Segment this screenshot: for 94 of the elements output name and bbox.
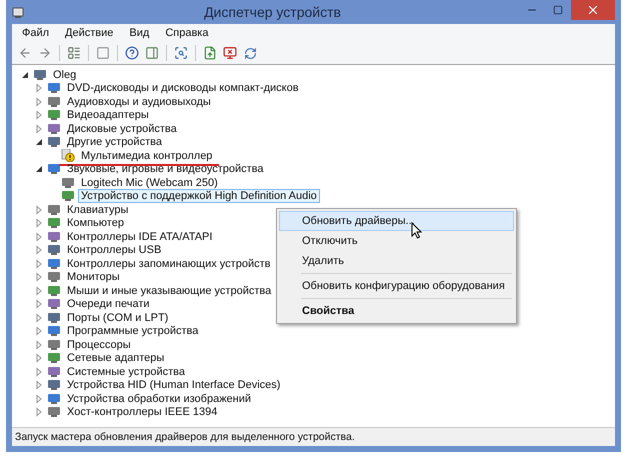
expand-arrow-icon[interactable]	[34, 245, 44, 256]
collapse-arrow-icon[interactable]	[20, 70, 30, 80]
window-title: Диспетчер устройств	[203, 4, 342, 20]
tree-item[interactable]: Контроллеры IDE ATA/ATAPI	[64, 230, 216, 244]
tree-item[interactable]: Клавиатуры	[64, 202, 132, 217]
device-icon	[47, 217, 61, 230]
tree-item[interactable]: Другие устройства	[64, 135, 165, 150]
properties-icon[interactable]	[94, 44, 112, 62]
monitor-x-icon[interactable]	[221, 44, 239, 62]
device-icon	[33, 68, 47, 81]
device-icon	[47, 244, 61, 256]
scan-icon[interactable]	[172, 44, 190, 62]
expand-arrow-icon[interactable]	[34, 394, 44, 404]
device-icon	[47, 392, 61, 405]
expand-arrow-icon[interactable]	[34, 96, 44, 107]
tree-item[interactable]: Контроллеры USB	[64, 243, 164, 258]
tree-item[interactable]: Устройства HID (Human Interface Devices)	[64, 378, 284, 392]
expand-arrow-icon[interactable]	[34, 110, 44, 120]
expand-arrow-icon[interactable]	[34, 286, 44, 296]
tree-item[interactable]: Порты (COM и LPT)	[64, 310, 172, 325]
expand-arrow-icon[interactable]	[34, 83, 44, 94]
device-icon	[47, 379, 61, 392]
device-icon	[61, 176, 75, 189]
expand-arrow-icon[interactable]	[34, 258, 44, 269]
context-menu-item[interactable]: Свойства	[279, 301, 514, 321]
device-icon	[47, 284, 61, 297]
tree-item[interactable]: Процессоры	[64, 338, 134, 352]
device-icon	[47, 204, 61, 216]
expand-arrow-icon[interactable]	[34, 218, 44, 228]
expand-arrow-icon[interactable]	[34, 340, 44, 350]
device-icon	[47, 366, 61, 378]
tree-item[interactable]: Мыши и иные указывающие устройства	[64, 284, 274, 298]
tree-item[interactable]: Звуковые, игровые и видеоустройства	[64, 162, 266, 176]
expand-arrow-icon[interactable]	[34, 232, 44, 242]
tree-item[interactable]: Устройства обработки изображений	[64, 392, 254, 406]
tree-item[interactable]: Logitech Mic (Webcam 250)	[78, 176, 221, 190]
device-icon	[47, 312, 61, 324]
device-icon	[47, 325, 61, 338]
collapse-arrow-icon[interactable]	[34, 164, 44, 174]
context-menu-item[interactable]: Удалить	[279, 251, 514, 271]
tree-item[interactable]: Компьютер	[64, 216, 127, 230]
expand-arrow-icon[interactable]	[34, 312, 44, 323]
menu-item[interactable]: Файл	[16, 27, 56, 39]
context-menu-item[interactable]: Обновить конфигурацию оборудования	[279, 276, 514, 296]
device-icon	[47, 122, 61, 135]
maximize-icon[interactable]	[553, 5, 563, 15]
device-icon	[47, 109, 61, 122]
expand-arrow-icon[interactable]	[34, 299, 44, 310]
device-icon	[47, 338, 61, 351]
tree-item[interactable]: Сетевые адаптеры	[64, 351, 168, 366]
device-icon	[47, 230, 61, 243]
expand-arrow-icon[interactable]	[34, 366, 44, 377]
device-icon	[47, 96, 61, 108]
close-button[interactable]	[571, 0, 615, 20]
tree-item[interactable]: DVD-дисководы и дисководы компакт-дисков	[64, 81, 302, 96]
tree-item[interactable]: Программные устройства	[64, 324, 202, 338]
device-icon	[47, 82, 61, 94]
device-icon	[47, 298, 61, 310]
context-menu-item[interactable]: Обновить драйверы...	[279, 211, 514, 231]
expand-arrow-icon[interactable]	[34, 272, 44, 282]
expand-arrow-icon[interactable]	[34, 407, 44, 418]
tree-item[interactable]: Мультимедиа контроллер	[78, 148, 216, 163]
device-icon	[47, 271, 61, 284]
panel-icon[interactable]	[143, 44, 161, 62]
tree-item[interactable]: Мониторы	[64, 270, 123, 284]
status-text: Запуск мастера обновления драйверов для выделенного устройства.	[14, 431, 355, 443]
device-icon	[47, 136, 61, 148]
expand-arrow-icon[interactable]	[34, 204, 44, 215]
tree-item[interactable]: Устройство с поддержкой High Definition Audio	[78, 189, 320, 204]
close-icon	[586, 3, 600, 17]
device-icon	[47, 406, 61, 418]
expand-arrow-icon[interactable]	[34, 353, 44, 364]
tree-item[interactable]: Аудиовходы и аудиовыходы	[64, 94, 214, 109]
tree-item[interactable]: Очереди печати	[64, 297, 153, 312]
app-icon	[12, 5, 26, 19]
tree-item[interactable]: Видеоадаптеры	[64, 108, 152, 122]
device-icon	[61, 190, 75, 202]
expand-arrow-icon[interactable]	[34, 326, 44, 336]
device-icon	[47, 258, 61, 270]
menu-item[interactable]: Вид	[123, 27, 156, 39]
tree-item[interactable]: Oleg	[50, 68, 80, 82]
tree-item[interactable]: Дисковые устройства	[64, 122, 180, 136]
tree-item[interactable]: Контроллеры запоминающих устройств	[64, 256, 274, 271]
menu-item[interactable]: Справка	[159, 27, 214, 39]
expand-arrow-icon[interactable]	[34, 380, 44, 390]
context-menu-item[interactable]: Отключить	[279, 231, 514, 251]
tree-item[interactable]: Системные устройства	[64, 364, 188, 379]
tree-item[interactable]: Хост-контроллеры IEEE 1394	[64, 405, 220, 420]
list-icon[interactable]	[65, 44, 83, 62]
device-icon	[47, 352, 61, 364]
help-icon[interactable]	[123, 44, 141, 62]
collapse-arrow-icon[interactable]	[34, 137, 44, 148]
device-icon	[47, 163, 61, 176]
menu-item[interactable]: Действие	[59, 27, 120, 39]
